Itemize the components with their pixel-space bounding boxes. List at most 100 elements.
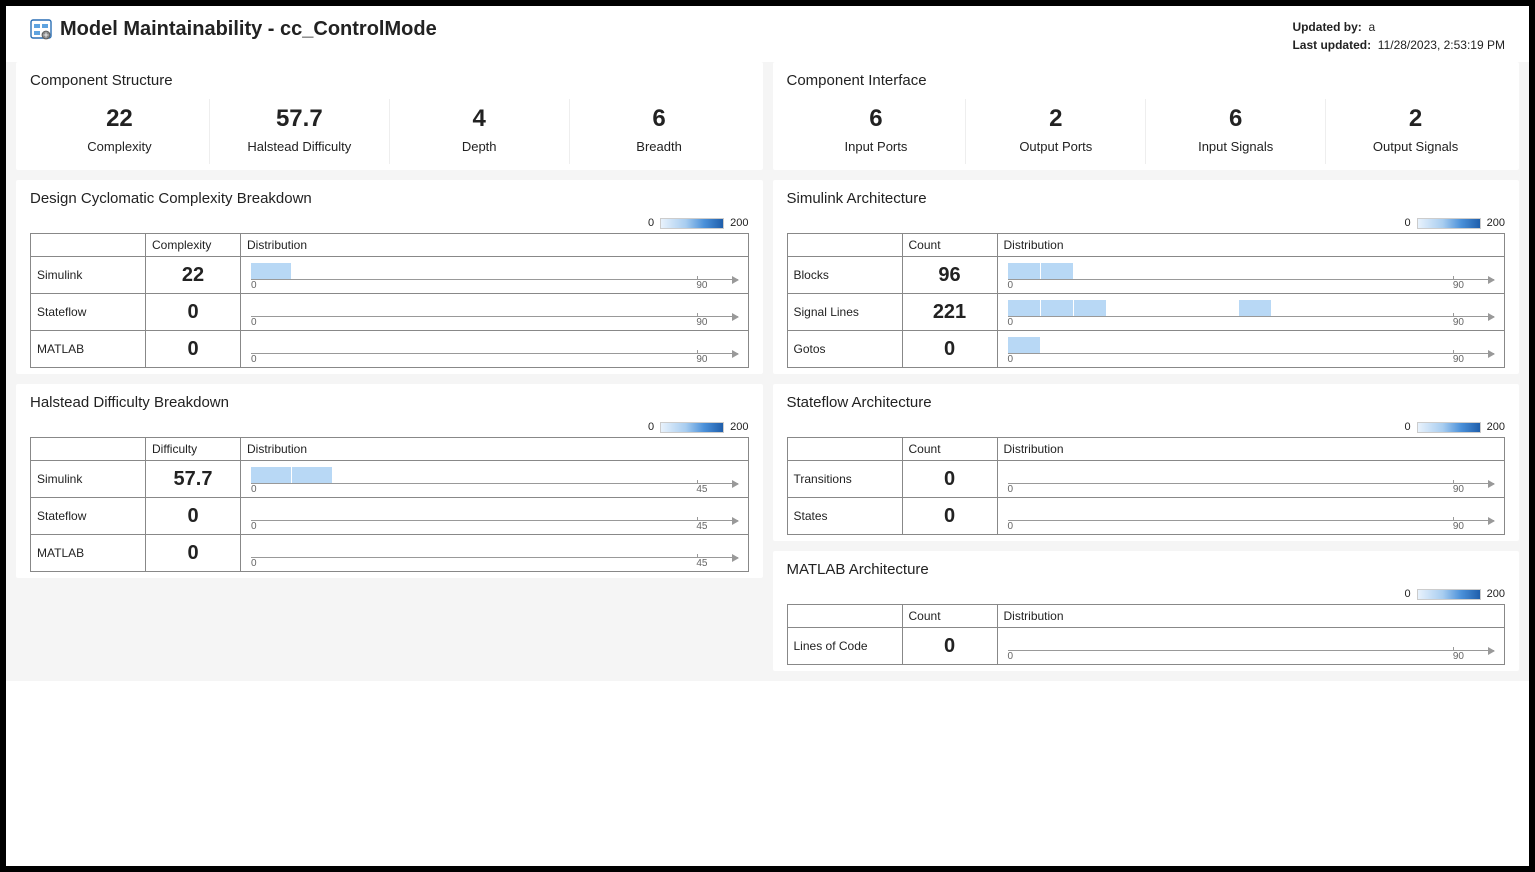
axis-max: 90 (696, 317, 707, 328)
legend-min: 0 (1405, 588, 1411, 600)
legend-gradient (660, 218, 724, 229)
legend-max: 200 (730, 421, 748, 433)
stat-label: Output Signals (1326, 139, 1505, 154)
axis-zero: 0 (251, 317, 257, 328)
axis-zero: 0 (251, 558, 257, 569)
axis-max: 90 (1453, 651, 1464, 662)
header: Model Maintainability - cc_ControlMode U… (6, 6, 1529, 62)
distribution-bar (1074, 300, 1106, 316)
row-label: Stateflow (31, 294, 146, 331)
axis-zero: 0 (251, 484, 257, 495)
stat: 4Depth (389, 99, 569, 164)
distribution-axis: 045 (251, 520, 738, 532)
simulink-arch-panel: Simulink Architecture 0 200 CountDistrib… (773, 180, 1520, 374)
stat-value: 4 (390, 105, 569, 133)
distribution-bar (1008, 300, 1040, 316)
col-header: Complexity (146, 234, 241, 257)
table-row: Stateflow0045 (31, 498, 749, 535)
distribution-bar (1239, 300, 1271, 316)
model-icon (30, 19, 52, 41)
axis-max: 90 (1453, 484, 1464, 495)
stat-label: Output Ports (966, 139, 1145, 154)
row-label: MATLAB (31, 331, 146, 368)
stats-row: 6Input Ports2Output Ports6Input Signals2… (787, 99, 1506, 164)
component-structure-panel: Component Structure 22Complexity57.7Hals… (16, 62, 763, 170)
table-row: Lines of Code0090 (787, 628, 1505, 665)
legend-max: 200 (730, 217, 748, 229)
distribution-bar (251, 467, 291, 483)
axis-zero: 0 (1008, 651, 1014, 662)
legend-min: 0 (648, 421, 654, 433)
halstead-breakdown-panel: Halstead Difficulty Breakdown 0 200 Diff… (16, 384, 763, 578)
axis-zero: 0 (251, 354, 257, 365)
row-value: 0 (146, 331, 241, 368)
row-label: States (787, 498, 902, 535)
component-interface-panel: Component Interface 6Input Ports2Output … (773, 62, 1520, 170)
row-label: Simulink (31, 257, 146, 294)
distribution-axis: 090 (251, 353, 738, 365)
legend-max: 200 (1487, 588, 1505, 600)
axis-zero: 0 (1008, 354, 1014, 365)
distribution-axis: 0 90 (1008, 316, 1495, 328)
stat-label: Input Ports (787, 139, 966, 154)
table-row: States0090 (787, 498, 1505, 535)
distribution-cell: 0 90 (997, 294, 1505, 331)
table-row: Blocks96090 (787, 257, 1505, 294)
legend-min: 0 (1405, 421, 1411, 433)
distribution-axis: 045 (251, 483, 738, 495)
stats-row: 22Complexity57.7Halstead Difficulty4Dept… (30, 99, 749, 164)
stat-value: 6 (787, 105, 966, 133)
row-value: 0 (902, 461, 997, 498)
legend-gradient (1417, 589, 1481, 600)
matlab-arch-panel: MATLAB Architecture 0 200 CountDistribut… (773, 551, 1520, 671)
breakdown-table: DifficultyDistributionSimulink57.7045Sta… (30, 437, 749, 572)
panel-title: Design Cyclomatic Complexity Breakdown (30, 190, 749, 207)
distribution-bar (1008, 337, 1040, 353)
stat: 6Breadth (569, 99, 749, 164)
axis-max: 45 (696, 521, 707, 532)
row-value: 0 (146, 294, 241, 331)
axis-zero: 0 (1008, 280, 1014, 291)
legend-max: 200 (1487, 217, 1505, 229)
distribution-axis: 0 90 (1008, 353, 1495, 365)
title-row: Model Maintainability - cc_ControlMode (30, 18, 437, 41)
col-header: Distribution (997, 234, 1505, 257)
stat: 2 Output Signals (1325, 99, 1505, 164)
distribution-cell: 0 90 (997, 461, 1505, 498)
stat-value: 2 (966, 105, 1145, 133)
stat-value: 2 (1326, 105, 1505, 133)
row-value: 0 (902, 331, 997, 368)
table-row: Gotos0090 (787, 331, 1505, 368)
stat: 6Input Signals (1145, 99, 1325, 164)
panel-title: Simulink Architecture (787, 190, 1506, 207)
col-header: Difficulty (146, 438, 241, 461)
panel-title: MATLAB Architecture (787, 561, 1506, 578)
row-label: Signal Lines (787, 294, 902, 331)
distribution-axis: 090 (251, 279, 738, 291)
col-header: Distribution (241, 438, 749, 461)
stat: 22 Complexity (30, 99, 209, 164)
table-row: Simulink57.7045 (31, 461, 749, 498)
axis-zero: 0 (1008, 484, 1014, 495)
distribution-cell: 0 90 (997, 628, 1505, 665)
legend-gradient (1417, 218, 1481, 229)
col-header: Count (902, 234, 997, 257)
last-updated-value: 11/28/2023, 2:53:19 PM (1378, 38, 1505, 52)
stat-label: Halstead Difficulty (210, 139, 389, 154)
row-value: 57.7 (146, 461, 241, 498)
stat-label: Complexity (30, 139, 209, 154)
stat: 6 Input Ports (787, 99, 966, 164)
stat-value: 22 (30, 105, 209, 133)
breakdown-table: ComplexityDistributionSimulink22090State… (30, 233, 749, 368)
axis-max: 45 (696, 558, 707, 569)
axis-zero: 0 (1008, 317, 1014, 328)
axis-max: 90 (1453, 317, 1464, 328)
distribution-cell: 090 (241, 257, 749, 294)
axis-max: 90 (696, 280, 707, 291)
distribution-cell: 0 90 (241, 294, 749, 331)
axis-max: 90 (1453, 354, 1464, 365)
panel-title: Component Structure (30, 72, 749, 89)
legend: 0 200 (787, 588, 1506, 600)
legend: 0 200 (787, 421, 1506, 433)
panel-title: Stateflow Architecture (787, 394, 1506, 411)
